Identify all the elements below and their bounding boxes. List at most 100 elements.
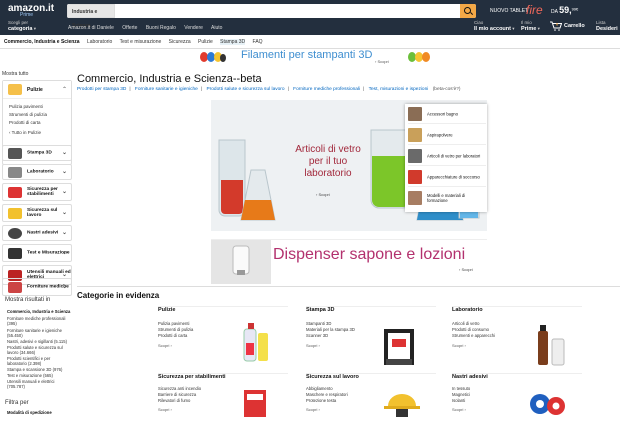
promo-text[interactable]: NUOVO TABLET <box>490 8 528 14</box>
subnav-commercio[interactable]: Commercio, Industria e Scienza <box>4 39 80 45</box>
amazon-logo[interactable]: amazon.it Prime <box>8 3 54 18</box>
results-item[interactable]: Stampa e scansione 3D (976) <box>7 367 71 372</box>
category-link[interactable]: Prodotti salute e sicurezza sul lavoro <box>206 87 284 92</box>
search-icon[interactable] <box>460 4 476 18</box>
banner-3d-filaments[interactable]: Filamenti per stampanti 3D › Scopri <box>199 49 430 65</box>
card-link[interactable]: Magnetici <box>452 392 470 397</box>
results-item[interactable]: Prodotti scientifici e per laboratorio (… <box>7 356 71 366</box>
promo-price[interactable]: DA 59,99€ <box>551 5 578 15</box>
sidebar-item-test-misurazione[interactable]: Test e Misurazione ⌄ <box>2 244 72 262</box>
card-link[interactable]: Materiali per la stampa 3D <box>306 327 355 332</box>
card-link[interactable]: Sicurezza anti incendio <box>158 386 201 391</box>
card-link[interactable]: In tessuto <box>452 386 470 391</box>
card-more-link[interactable]: Scopri › <box>158 343 172 348</box>
category-link[interactable]: Test, misurazioni e ispezioni <box>369 87 429 92</box>
sidebar-item-stampa-3d[interactable]: Stampa 3D ⌄ <box>2 145 72 161</box>
subnav-bar: Commercio, Industria e Scienza Laborator… <box>0 35 620 49</box>
subnav-sicurezza[interactable]: Sicurezza <box>169 39 191 45</box>
fire-logo[interactable]: fire <box>526 3 543 17</box>
subnav-laboratorio[interactable]: Laboratorio <box>87 39 112 45</box>
results-item[interactable]: Utensili manuali e elettrici (705.787) <box>7 379 71 389</box>
flyout-item[interactable]: Articoli di vetro per laboratori <box>408 146 486 166</box>
sidebar-item-forniture-mediche[interactable]: Forniture mediche ⌄ <box>2 278 72 296</box>
card-link[interactable]: Barriere di sicurezza <box>158 392 196 397</box>
card-link[interactable]: Protezione testa <box>306 398 336 403</box>
subnav-stampa3d[interactable]: Stampa 3D <box>220 39 246 45</box>
sidebar-item-nastri[interactable]: Nastri adesivi ⌄ <box>2 225 72 241</box>
results-item[interactable]: Nastri, adesivi e sigillanti (5.115) <box>7 339 71 344</box>
card-link[interactable]: Pulizia pavimenti <box>158 321 189 326</box>
category-link[interactable]: Forniture sanitarie e igieniche <box>135 87 198 92</box>
banner-3d-link[interactable]: › Scopri <box>375 59 389 64</box>
card-link[interactable]: Abbigliamento <box>306 386 333 391</box>
account-menu[interactable]: Ciao Il mio account ▾ <box>474 20 515 32</box>
filter-shipping[interactable]: Modalità di spedizione <box>7 410 52 415</box>
microscope-icon <box>8 167 22 178</box>
card-more-link[interactable]: Scopri › <box>306 343 320 348</box>
card-more-link[interactable]: Scopri › <box>306 407 320 412</box>
results-item-selected[interactable]: Commercio, Industria e Scienza <box>7 309 71 314</box>
flyout-item[interactable]: Accessori bagno <box>408 104 486 124</box>
sidebar-back-link[interactable]: ‹ Tutto in Pulizie <box>9 130 41 135</box>
card-link[interactable]: Maschere e respiratori <box>306 392 348 397</box>
flyout-item[interactable]: Apparecchiature di soccorso <box>408 167 486 187</box>
sidebar-item-laboratorio[interactable]: Laboratorio ⌄ <box>2 164 72 180</box>
card-link[interactable]: Prodotti di consumo <box>452 327 489 332</box>
nav-my-amazon[interactable]: Amazon.it di Daniele <box>68 25 114 31</box>
featured-card-sicurezza-lavoro[interactable]: Sicurezza sul lavoro Abbigliamento Masch… <box>306 373 436 437</box>
sidebar-sub-item[interactable]: Pulizia pavimenti <box>9 104 43 109</box>
search-category-select[interactable]: Industria e Scienza <box>67 4 115 29</box>
card-title: Pulizie <box>158 307 176 313</box>
card-more-link[interactable]: Scopri › <box>452 343 466 348</box>
flyout-item[interactable]: Modelli e materiali di formazione <box>408 188 486 208</box>
card-link[interactable]: Isolanti <box>452 398 465 403</box>
featured-card-nastri[interactable]: Nastri adesivi In tessuto Magnetici Isol… <box>452 373 582 437</box>
nav-sell[interactable]: Vendere <box>184 25 203 31</box>
cart-link[interactable]: Carrello <box>564 23 585 29</box>
soap-banner-link[interactable]: › Scopri <box>459 267 473 272</box>
results-item[interactable]: Test e misurazione (565) <box>7 373 71 378</box>
card-more-link[interactable]: Scopri › <box>452 407 466 412</box>
card-link[interactable]: Articoli di vetro <box>452 321 479 326</box>
featured-card-pulizie[interactable]: Pulizie Pulizia pavimenti Strumenti di p… <box>158 306 288 370</box>
nav-gift-cards[interactable]: Buoni Regalo <box>146 25 176 31</box>
featured-card-stampa-3d[interactable]: Stampa 3D Stampanti 3D Materiali per la … <box>306 306 436 370</box>
card-link[interactable]: Rilevatori di fumo <box>158 398 190 403</box>
subnav-pulizie[interactable]: Pulizie <box>198 39 213 45</box>
card-link[interactable]: Prodotti di carta <box>158 333 187 338</box>
category-link[interactable]: Prodotti per stampa 3D <box>77 87 126 92</box>
card-link[interactable]: Strumenti e apparecchi <box>452 333 495 338</box>
results-item[interactable]: Prodotti salute e sicurezza sul lavoro (… <box>7 345 71 355</box>
wishlist-menu[interactable]: Lista Desideri <box>596 20 618 32</box>
hero-link[interactable]: › Scopri <box>316 192 330 197</box>
card-link[interactable]: Stampanti 3D <box>306 321 331 326</box>
sidebar-sub-item[interactable]: Strumenti di pulizia <box>9 112 47 117</box>
sidebar-item-sicurezza-lavoro[interactable]: Sicurezza sul lavoro ⌄ <box>2 204 72 222</box>
shop-by-category[interactable]: Scegli per categoria ▾ <box>8 20 36 32</box>
featured-card-sicurezza-stabilimenti[interactable]: Sicurezza per stabilimenti Sicurezza ant… <box>158 373 288 437</box>
cleaning-products-image <box>243 323 268 362</box>
page-title: Commercio, Industria e Scienza--beta <box>77 73 262 85</box>
category-link[interactable]: Forniture mediche professionali <box>293 87 360 92</box>
soap-dispenser-banner[interactable]: Dispenser sapone e lozioni › Scopri <box>211 239 487 284</box>
prime-menu[interactable]: Il mio Prime ▾ <box>521 20 540 32</box>
price-cents: 99€ <box>571 6 579 12</box>
sidebar-sub-item[interactable]: Prodotti di carta <box>9 120 41 125</box>
beta-note[interactable]: (beta-cos'è?) <box>433 87 461 92</box>
subnav-test[interactable]: Test e misurazione <box>120 39 162 45</box>
nav-help[interactable]: Aiuto <box>211 25 222 31</box>
sidebar-item-sicurezza-stabilimenti[interactable]: Sicurezza per stabilimenti ⌄ <box>2 183 72 201</box>
nav-offers[interactable]: Offerte <box>122 25 137 31</box>
account-bottom: Il mio account <box>474 26 511 32</box>
card-more-link[interactable]: Scopri › <box>158 407 172 412</box>
selected-category-header[interactable]: Pulizie ⌃ <box>3 81 71 99</box>
cart-icon[interactable]: 0 <box>550 21 562 31</box>
featured-card-laboratorio[interactable]: Laboratorio Articoli di vetro Prodotti d… <box>452 306 582 370</box>
show-all-link[interactable]: Mostra tutto <box>2 71 28 77</box>
results-item[interactable]: Forniture mediche professionali (395) <box>7 316 71 326</box>
card-link[interactable]: Scanner 3D <box>306 333 328 338</box>
card-link[interactable]: Strumenti di pulizia <box>158 327 193 332</box>
flyout-item[interactable]: Aspirapolvere <box>408 125 486 145</box>
subnav-faq[interactable]: FAQ <box>253 39 263 45</box>
results-item[interactable]: Forniture sanitarie e igieniche (55.450) <box>7 328 71 338</box>
